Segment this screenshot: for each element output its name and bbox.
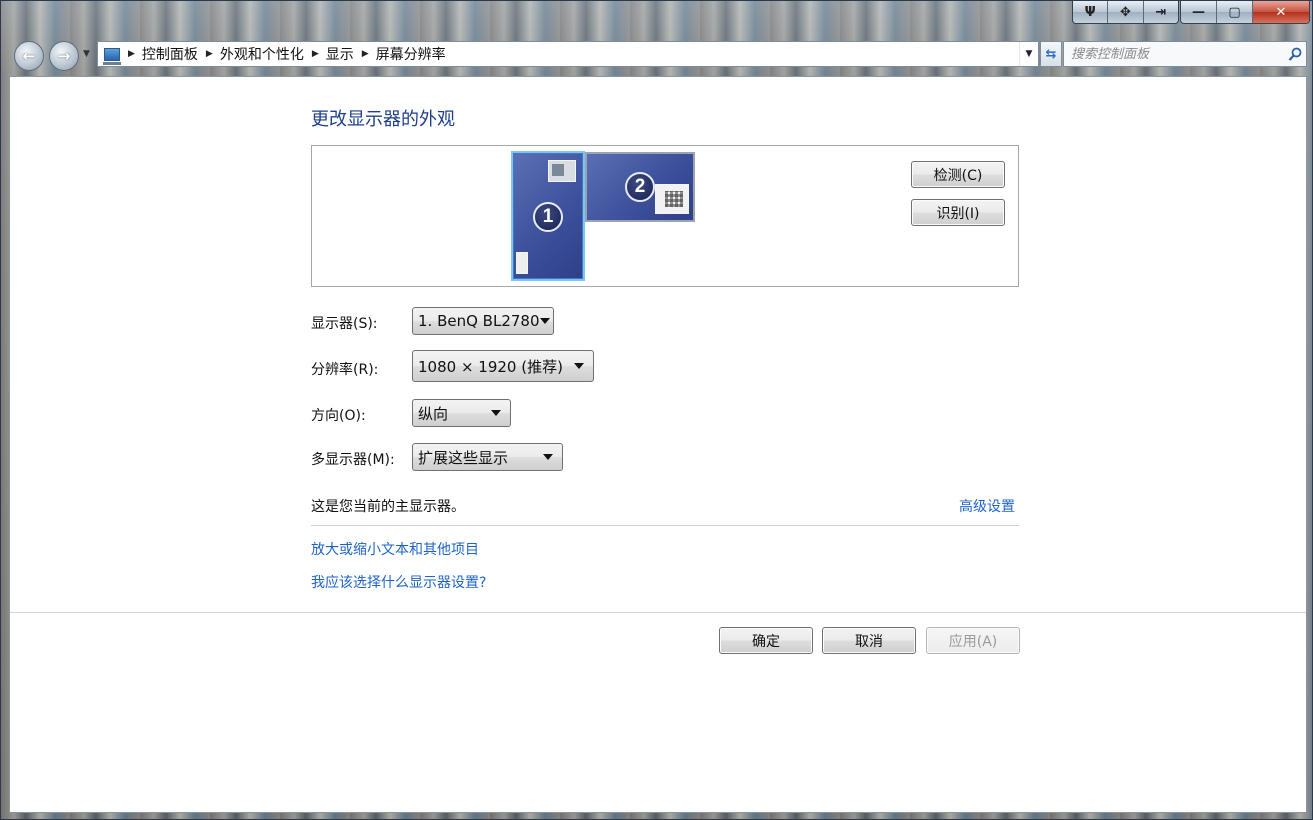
chevron-down-icon bbox=[539, 318, 550, 324]
pin-icon[interactable]: Ψ bbox=[1073, 1, 1109, 23]
chevron-down-icon bbox=[574, 363, 584, 369]
chevron-down-icon bbox=[491, 410, 501, 416]
main-content: 更改显示器的外观 1 2 检测(C) 识别(I) 显示器(S): 1. BenQ… bbox=[9, 76, 1307, 813]
page-title: 更改显示器的外观 bbox=[311, 109, 455, 130]
forward-button[interactable]: → bbox=[49, 41, 79, 71]
breadcrumb-control-panel[interactable]: 控制面板 bbox=[142, 44, 198, 64]
window-caption-buttons: — ▢ ✕ bbox=[1180, 1, 1310, 24]
ok-button[interactable]: 确定 bbox=[719, 627, 813, 654]
chevron-right-icon[interactable]: ▶ bbox=[128, 49, 135, 59]
search-icon[interactable] bbox=[1284, 47, 1306, 62]
breadcrumb-display[interactable]: 显示 bbox=[326, 44, 354, 64]
search-box bbox=[1063, 41, 1307, 67]
monitor-number-badge: 2 bbox=[625, 172, 655, 202]
calculator-thumbnail-icon bbox=[655, 184, 689, 214]
move-icon[interactable]: ✥ bbox=[1108, 1, 1144, 23]
chevron-down-icon bbox=[543, 454, 553, 460]
close-button[interactable]: ✕ bbox=[1253, 1, 1309, 23]
resolution-select[interactable]: 1080 × 1920 (推荐) bbox=[412, 350, 594, 382]
multiple-displays-select-value: 扩展这些显示 bbox=[418, 448, 509, 467]
multiple-displays-label: 多显示器(M): bbox=[311, 452, 395, 468]
orientation-select[interactable]: 纵向 bbox=[412, 399, 511, 427]
orientation-label: 方向(O): bbox=[311, 408, 366, 424]
address-bar[interactable]: ▶ 控制面板 ▶ 外观和个性化 ▶ 显示 ▶ 屏幕分辨率 ▼ bbox=[97, 41, 1039, 67]
recent-pages-dropdown[interactable]: ▼ bbox=[83, 49, 90, 59]
display-select[interactable]: 1. BenQ BL2780 bbox=[412, 307, 554, 335]
arrow-right-icon: → bbox=[57, 47, 71, 65]
navigation-bar: ← → ▼ ▶ 控制面板 ▶ 外观和个性化 ▶ 显示 ▶ 屏幕分辨率 ▼ ⇆ bbox=[9, 39, 1309, 71]
advanced-settings-link[interactable]: 高级设置 bbox=[959, 496, 1015, 516]
footer-divider bbox=[10, 612, 1306, 613]
orientation-select-value: 纵向 bbox=[418, 404, 449, 423]
primary-display-notice: 这是您当前的主显示器。 bbox=[311, 499, 465, 515]
minimize-button[interactable]: — bbox=[1181, 1, 1217, 23]
monitor-thumbnail-window-icon bbox=[516, 252, 528, 274]
maximize-icon: ▢ bbox=[1228, 4, 1241, 20]
back-button[interactable]: ← bbox=[14, 41, 44, 71]
apply-button[interactable]: 应用(A) bbox=[926, 627, 1020, 654]
monitor-arrangement-preview: 1 2 检测(C) 识别(I) bbox=[311, 145, 1019, 287]
breadcrumb-appearance[interactable]: 外观和个性化 bbox=[220, 44, 304, 64]
address-history-dropdown[interactable]: ▼ bbox=[1019, 42, 1038, 66]
monitor-1[interactable]: 1 bbox=[511, 151, 585, 281]
display-label: 显示器(S): bbox=[311, 316, 378, 332]
breadcrumb-screen-resolution[interactable]: 屏幕分辨率 bbox=[376, 44, 446, 64]
display-settings-help-link[interactable]: 我应该选择什么显示器设置? bbox=[311, 572, 486, 592]
resolution-label: 分辨率(R): bbox=[311, 362, 379, 378]
snap-icon[interactable]: ⇥ bbox=[1144, 1, 1178, 23]
chevron-right-icon[interactable]: ▶ bbox=[206, 49, 213, 59]
arrow-left-icon: ← bbox=[22, 47, 36, 65]
detect-button[interactable]: 检测(C) bbox=[911, 161, 1005, 188]
minimize-icon: — bbox=[1192, 4, 1205, 20]
monitor-2[interactable]: 2 bbox=[585, 152, 695, 222]
resolution-select-value: 1080 × 1920 (推荐) bbox=[418, 357, 563, 376]
display-select-value: 1. BenQ BL2780 bbox=[418, 312, 540, 330]
extra-caption-buttons: Ψ ✥ ⇥ bbox=[1072, 1, 1179, 24]
identify-button[interactable]: 识别(I) bbox=[911, 199, 1005, 226]
control-panel-window: Ψ ✥ ⇥ — ▢ ✕ ← → ▼ ▶ 控制面板 ▶ 外观和个性化 ▶ 显示 ▶… bbox=[0, 0, 1313, 820]
chevron-right-icon[interactable]: ▶ bbox=[312, 49, 319, 59]
chevron-right-icon[interactable]: ▶ bbox=[362, 49, 369, 59]
cancel-button[interactable]: 取消 bbox=[822, 627, 916, 654]
search-input[interactable] bbox=[1064, 42, 1284, 66]
monitor-thumbnail-window-icon bbox=[548, 160, 576, 182]
refresh-icon: ⇆ bbox=[1045, 46, 1057, 62]
section-divider bbox=[311, 525, 1019, 526]
maximize-button[interactable]: ▢ bbox=[1217, 1, 1253, 23]
text-size-link[interactable]: 放大或缩小文本和其他项目 bbox=[311, 539, 479, 559]
refresh-button[interactable]: ⇆ bbox=[1040, 41, 1062, 67]
multiple-displays-select[interactable]: 扩展这些显示 bbox=[412, 443, 563, 471]
close-icon: ✕ bbox=[1275, 4, 1287, 20]
monitor-number-badge: 1 bbox=[533, 202, 563, 232]
control-panel-icon bbox=[103, 47, 121, 65]
